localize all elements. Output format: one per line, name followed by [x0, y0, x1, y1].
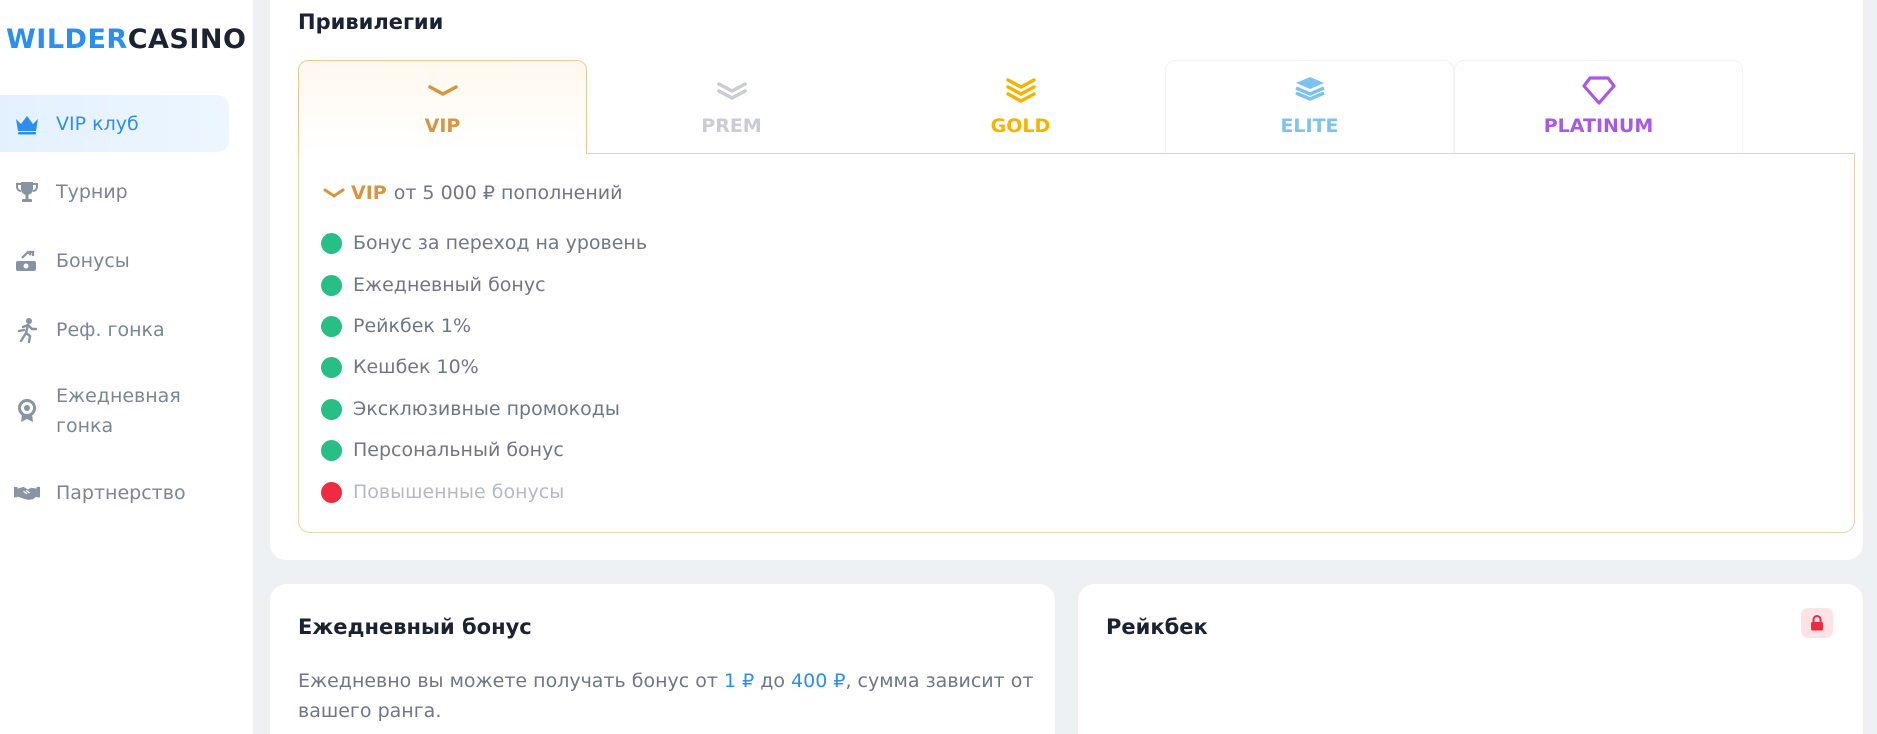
enabled-indicator [321, 398, 342, 420]
sidebar-item-tournament[interactable]: Турнир [0, 177, 229, 207]
tab-label: VIP [424, 115, 461, 137]
tab-vip[interactable]: VIP [298, 60, 587, 154]
tier-tabs: VIP PREM GOLD ELITE PLATINUM [298, 60, 1855, 154]
tab-label: PLATINUM [1543, 115, 1654, 137]
lock-icon [1811, 615, 1823, 631]
perk-text: Эксклюзивные промокоды [353, 398, 620, 420]
perk-text: Кешбек 10% [353, 356, 479, 378]
requirement-text: от 5 000 ₽ пополнений [393, 182, 623, 204]
disabled-indicator [321, 481, 342, 503]
perk-text: Ежедневный бонус [353, 274, 546, 296]
sidebar-item-label: VIP клуб [56, 112, 139, 135]
perk-item: Эксклюзивные промокоды [321, 398, 620, 420]
rakeback-title: Рейкбек [1106, 615, 1208, 639]
perk-item: Кешбек 10% [321, 356, 479, 378]
sidebar-item-label: Ежедневная гонка [56, 381, 181, 441]
daily-bonus-description: Ежедневно вы можете получать бонус от 1 … [298, 666, 1038, 726]
enabled-indicator [321, 356, 342, 378]
perk-text: Бонус за переход на уровень [353, 232, 648, 254]
perk-item: Рейкбек 1% [321, 315, 471, 337]
rakeback-card: Рейкбек [1078, 584, 1863, 734]
enabled-indicator [321, 274, 342, 296]
chevron-icon [426, 75, 460, 105]
handshake-icon [14, 480, 40, 506]
perk-text: Персональный бонус [353, 439, 564, 461]
privileges-title: Привилегии [298, 10, 444, 34]
tab-gold[interactable]: GOLD [876, 60, 1165, 154]
sidebar-item-vip-club[interactable]: VIP клуб [0, 95, 229, 152]
layers-icon [1293, 75, 1327, 105]
perk-item: Персональный бонус [321, 439, 564, 461]
tab-label: PREM [701, 115, 762, 137]
sidebar-item-label: Партнерство [56, 482, 186, 504]
tab-label: GOLD [990, 115, 1051, 137]
logo-part-2: CASINO [127, 24, 247, 55]
perk-text: Повышенные бонусы [353, 481, 565, 503]
daily-bonus-card: Ежедневный бонус Ежедневно вы можете пол… [270, 584, 1055, 734]
perk-item: Повышенные бонусы [321, 481, 564, 503]
requirement-tier: VIP [351, 182, 387, 204]
desc-prefix: Ежедневно вы можете получать бонус от [298, 670, 724, 692]
double-chevron-icon [715, 75, 749, 105]
locked-badge [1801, 608, 1833, 638]
money-icon [14, 248, 40, 274]
sidebar-item-bonuses[interactable]: Бонусы [0, 246, 229, 276]
tab-platinum[interactable]: PLATINUM [1454, 60, 1743, 154]
daily-bonus-title: Ежедневный бонус [298, 615, 532, 639]
logo[interactable]: WILDERCASINO [6, 24, 246, 55]
enabled-indicator [321, 232, 342, 254]
sidebar-item-label: Бонусы [56, 250, 130, 272]
tab-label: ELITE [1280, 115, 1339, 137]
trophy-icon [14, 179, 40, 205]
tier-details-panel: VIP от 5 000 ₽ пополнений Бонус за перех… [298, 153, 1855, 533]
runner-icon [14, 317, 40, 343]
tab-prem[interactable]: PREM [587, 60, 876, 154]
tier-requirement: VIP от 5 000 ₽ пополнений [323, 182, 622, 204]
enabled-indicator [321, 439, 342, 461]
diamond-icon [1581, 75, 1616, 105]
sidebar-item-label-line-1: Ежедневная [56, 385, 181, 407]
tab-elite[interactable]: ELITE [1165, 60, 1454, 154]
sidebar-item-partnership[interactable]: Партнерство [0, 478, 229, 508]
sidebar-item-label-line-2: гонка [56, 415, 114, 437]
sidebar-item-daily-race[interactable]: Ежедневная гонка [0, 381, 229, 441]
triple-chevron-icon [1004, 75, 1038, 105]
chevron-icon [323, 188, 345, 198]
medal-icon [14, 398, 40, 424]
desc-mid: до [754, 670, 792, 692]
bonus-max: 400 ₽ [791, 670, 846, 692]
privileges-card: Привилегии VIP PREM GOLD ELITE PLATINUM … [270, 0, 1863, 560]
bonus-min: 1 ₽ [723, 670, 755, 692]
sidebar-item-ref-race[interactable]: Реф. гонка [0, 315, 229, 345]
perk-item: Ежедневный бонус [321, 274, 546, 296]
sidebar-item-label: Реф. гонка [56, 319, 165, 341]
crown-icon [14, 111, 40, 137]
perk-item: Бонус за переход на уровень [321, 232, 647, 254]
sidebar: WILDERCASINO VIP клуб Турнир Бонусы Реф.… [0, 0, 253, 734]
perk-text: Рейкбек 1% [353, 315, 472, 337]
enabled-indicator [321, 315, 342, 337]
logo-part-1: WILDER [6, 24, 128, 55]
sidebar-item-label: Турнир [56, 181, 128, 203]
